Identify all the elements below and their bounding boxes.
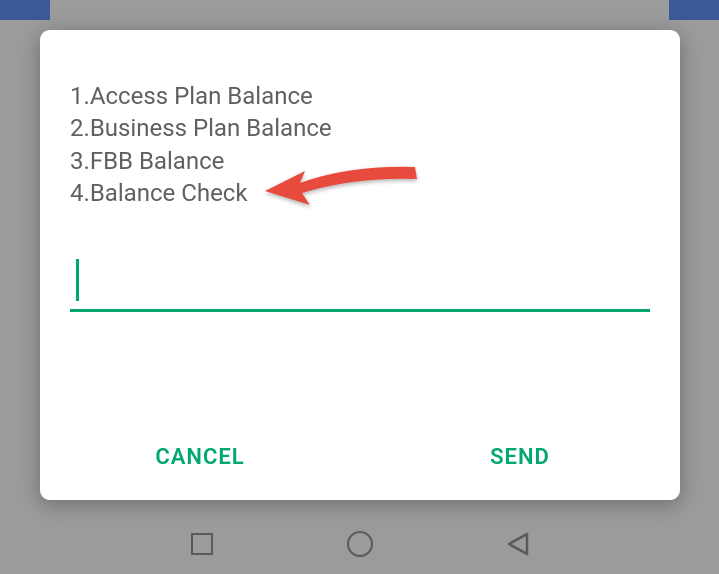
menu-item: 3.FBB Balance — [70, 145, 650, 177]
menu-item: 2.Business Plan Balance — [70, 112, 650, 144]
menu-item: 4.Balance Check — [70, 177, 650, 209]
ussd-input[interactable] — [70, 265, 650, 312]
background-strip-left — [0, 0, 50, 20]
menu-item-num: 1 — [70, 82, 84, 110]
menu-item-num: 2 — [70, 114, 84, 142]
triangle-back-icon — [505, 531, 531, 557]
back-button[interactable] — [504, 530, 532, 558]
text-cursor — [76, 259, 79, 301]
menu-item-num: 4 — [70, 179, 84, 207]
circle-icon — [347, 531, 373, 557]
menu-item-label: Balance Check — [90, 179, 248, 207]
menu-item: 1.Access Plan Balance — [70, 80, 650, 112]
recent-apps-button[interactable] — [188, 530, 216, 558]
square-icon — [191, 533, 213, 555]
home-button[interactable] — [346, 530, 374, 558]
menu-item-label: Access Plan Balance — [90, 82, 313, 110]
menu-item-label: Business Plan Balance — [90, 114, 332, 142]
dialog-actions: CANCEL SEND — [40, 425, 680, 500]
send-button[interactable]: SEND — [360, 445, 680, 470]
ussd-dialog: 1.Access Plan Balance 2.Business Plan Ba… — [40, 30, 680, 500]
dialog-content: 1.Access Plan Balance 2.Business Plan Ba… — [40, 30, 680, 425]
android-navbar — [0, 514, 719, 574]
cancel-button[interactable]: CANCEL — [40, 445, 360, 470]
menu-item-label: FBB Balance — [90, 147, 225, 175]
menu-list: 1.Access Plan Balance 2.Business Plan Ba… — [70, 80, 650, 210]
menu-item-num: 3 — [70, 147, 84, 175]
input-wrapper — [70, 265, 650, 312]
background-strip-right — [669, 0, 719, 20]
